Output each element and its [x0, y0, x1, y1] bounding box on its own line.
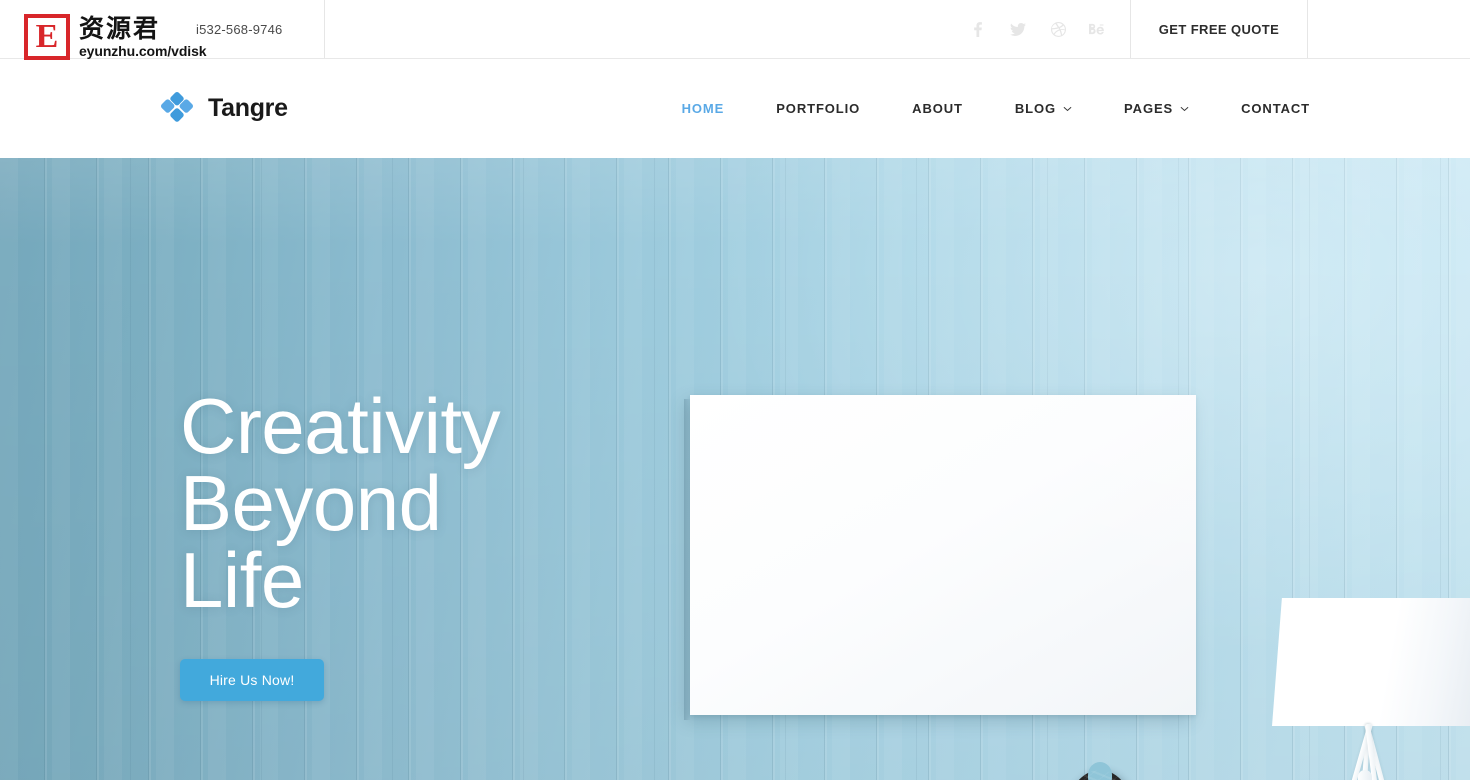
- nav-label-pages: PAGES: [1124, 101, 1174, 116]
- nav-label-portfolio: PORTFOLIO: [776, 101, 861, 116]
- phone-number[interactable]: i532-568-9746: [196, 22, 282, 37]
- social-links: [968, 0, 1130, 58]
- top-bar-right-spacer: [1308, 0, 1470, 58]
- get-free-quote-label: GET FREE QUOTE: [1158, 21, 1280, 37]
- hire-us-now-button[interactable]: Hire Us Now!: [180, 659, 324, 701]
- hero-content: Creativity Beyond Life Hire Us Now!: [180, 382, 501, 701]
- twitter-icon[interactable]: [1008, 19, 1028, 39]
- nav-item-contact[interactable]: CONTACT: [1215, 101, 1310, 116]
- wall-canvas-artwork: [684, 395, 1196, 720]
- diamond-cluster-icon: [160, 91, 194, 126]
- behance-icon[interactable]: [1088, 19, 1108, 39]
- chevron-down-icon: [1063, 106, 1072, 112]
- facebook-icon[interactable]: [968, 19, 988, 39]
- brand-logo[interactable]: Tangre: [160, 91, 288, 126]
- nav-label-home: HOME: [681, 101, 725, 116]
- chevron-down-icon: [1180, 106, 1189, 112]
- nav-item-about[interactable]: ABOUT: [886, 101, 989, 116]
- nav-item-portfolio[interactable]: PORTFOLIO: [750, 101, 886, 116]
- main-navigation: HOME PORTFOLIO ABOUT BLOG PAGES CONTACT: [656, 101, 1310, 116]
- nav-item-pages[interactable]: PAGES: [1098, 101, 1215, 116]
- nav-item-blog[interactable]: BLOG: [989, 101, 1098, 116]
- nav-item-home[interactable]: HOME: [656, 101, 751, 116]
- hero-headline: Creativity Beyond Life: [180, 382, 501, 624]
- top-bar-spacer: [325, 0, 968, 58]
- get-free-quote-button[interactable]: GET FREE QUOTE: [1130, 0, 1308, 58]
- nav-label-about: ABOUT: [912, 101, 963, 116]
- dribbble-icon[interactable]: [1048, 19, 1068, 39]
- brand-name: Tangre: [208, 94, 288, 122]
- site-header: Tangre HOME PORTFOLIO ABOUT BLOG PAGES C…: [0, 59, 1470, 158]
- top-bar-contact: i532-568-9746: [0, 0, 325, 58]
- nav-label-blog: BLOG: [1014, 101, 1057, 116]
- nav-label-contact: CONTACT: [1241, 101, 1310, 116]
- hero-section: Creativity Beyond Life Hire Us Now!: [0, 158, 1470, 780]
- top-bar: i532-568-9746 GET FREE QUOTE: [0, 0, 1470, 59]
